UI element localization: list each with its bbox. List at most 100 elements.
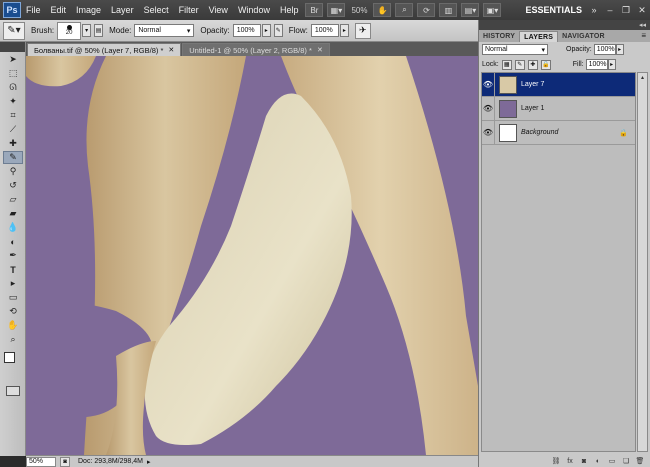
move-tool-icon[interactable]: ➤ [3, 53, 23, 66]
menu-filter[interactable]: Filter [174, 5, 204, 15]
close-icon[interactable]: ✕ [168, 46, 174, 54]
blend-mode-select[interactable]: Normal ▾ [482, 44, 548, 55]
zoom-icon[interactable]: ⌕ [395, 3, 414, 17]
opacity-input[interactable]: 100% [232, 24, 261, 37]
crop-tool-icon[interactable]: ⌗ [3, 109, 23, 122]
clone-stamp-tool-icon[interactable]: ⚲ [3, 165, 23, 178]
rotate-view-icon[interactable]: ⟳ [417, 3, 436, 17]
status-zoom-input[interactable]: 50% [26, 456, 56, 467]
extras-button[interactable]: ▦▾ [327, 3, 346, 17]
gradient-tool-icon[interactable]: ▰ [3, 207, 23, 220]
tools-panel-grip[interactable] [0, 42, 25, 52]
layer-opacity-arrow[interactable]: ▸ [615, 44, 624, 55]
minimize-icon[interactable]: – [603, 3, 617, 17]
status-menu-arrow-icon[interactable]: ▸ [147, 458, 151, 466]
hand-icon[interactable]: ✋ [373, 3, 392, 17]
lock-position-icon[interactable]: ✚ [527, 59, 538, 70]
3d-rotate-tool-icon[interactable]: ⟲ [3, 305, 23, 318]
menu-layer[interactable]: Layer [106, 5, 139, 15]
fill-input[interactable]: 100% [585, 59, 608, 70]
close-icon[interactable]: ✕ [317, 46, 323, 54]
blur-tool-icon[interactable]: 💧 [3, 221, 23, 234]
layer-row[interactable]: 👁 Layer 7 [482, 72, 635, 97]
layer-row[interactable]: 👁 Layer 1 [482, 96, 635, 121]
layer-opacity-input[interactable]: 100% [593, 44, 616, 55]
eyedropper-tool-icon[interactable]: ⟋ [3, 123, 23, 136]
zoom-level[interactable]: 50% [351, 6, 367, 15]
restore-icon[interactable]: ❐ [619, 3, 633, 17]
eye-icon[interactable]: 👁 [482, 96, 495, 121]
document-profile-icon[interactable]: ◙ [60, 456, 70, 467]
screen-mode-icon[interactable]: ▣▾ [483, 3, 502, 17]
pen-tool-icon[interactable]: ✒ [3, 249, 23, 262]
menu-select[interactable]: Select [139, 5, 174, 15]
menu-image[interactable]: Image [71, 5, 106, 15]
layer-style-icon[interactable]: fx [565, 456, 575, 466]
document-tab-active[interactable]: Болваны.tif @ 50% (Layer 7, RGB/8) * ✕ [27, 43, 182, 56]
grid-icon[interactable]: ▥ [439, 3, 458, 17]
opacity-label: Opacity: [200, 26, 230, 35]
eye-icon[interactable]: 👁 [482, 72, 495, 97]
panel-menu-icon[interactable]: ≡ [641, 31, 646, 40]
brush-panel-toggle-icon[interactable]: ▤ [94, 24, 104, 37]
lock-transparency-icon[interactable]: ▦ [501, 59, 512, 70]
tab-navigator[interactable]: NAVIGATOR [558, 31, 609, 42]
menu-view[interactable]: View [204, 5, 233, 15]
lock-all-icon[interactable]: 🔒 [540, 59, 551, 70]
layers-panel-footer: ⛓ fx ◙ ◐ ▭ ❏ 🗑 [479, 455, 650, 467]
photoshop-logo[interactable]: Ps [3, 2, 21, 18]
path-selection-tool-icon[interactable]: ▸ [3, 277, 23, 290]
arrange-documents-icon[interactable]: ▤▾ [461, 3, 480, 17]
eye-icon[interactable]: 👁 [482, 120, 495, 145]
zoom-tool-icon[interactable]: ⌕ [3, 333, 23, 346]
link-layers-icon[interactable]: ⛓ [551, 456, 561, 466]
tab-history[interactable]: HISTORY [479, 31, 519, 42]
delete-layer-icon[interactable]: 🗑 [635, 456, 645, 466]
spot-healing-tool-icon[interactable]: ✚ [3, 137, 23, 150]
layer-thumbnail [499, 99, 517, 118]
adjustment-layer-icon[interactable]: ◐ [593, 456, 603, 466]
workspace-switcher[interactable]: ESSENTIALS [525, 5, 582, 15]
layers-scrollbar[interactable]: ▴ [637, 72, 648, 452]
flow-slider-arrow[interactable]: ▸ [339, 24, 349, 37]
type-tool-icon[interactable]: T [3, 263, 23, 276]
tab-layers[interactable]: LAYERS [519, 31, 559, 42]
document-tab-inactive[interactable]: Untitled-1 @ 50% (Layer 2, RGB/8) * ✕ [182, 43, 330, 56]
brush-dropdown-arrow[interactable]: ▾ [82, 24, 92, 37]
menu-edit[interactable]: Edit [46, 5, 72, 15]
menu-file[interactable]: File [21, 5, 46, 15]
opacity-slider-arrow[interactable]: ▸ [261, 24, 271, 37]
brush-preset-picker[interactable]: 20 [57, 21, 82, 40]
flow-input[interactable]: 100% [310, 24, 339, 37]
panel-collapse-bar[interactable]: ◂◂ [479, 20, 650, 30]
mode-select[interactable]: Normal ▾ [134, 24, 195, 37]
document-canvas[interactable] [26, 56, 478, 455]
add-mask-icon[interactable]: ◙ [579, 456, 589, 466]
scroll-up-icon[interactable]: ▴ [638, 73, 647, 82]
layer-row[interactable]: 👁 Background 🔒 [482, 120, 635, 145]
tablet-opacity-icon[interactable]: ✎ [273, 24, 283, 37]
history-brush-tool-icon[interactable]: ↺ [3, 179, 23, 192]
menu-help[interactable]: Help [275, 5, 304, 15]
eraser-tool-icon[interactable]: ▱ [3, 193, 23, 206]
tool-preset-picker[interactable]: ✎▾ [3, 21, 25, 40]
menu-window[interactable]: Window [233, 5, 275, 15]
quick-mask-icon[interactable] [6, 386, 20, 396]
brush-tool-icon[interactable]: ✎ [3, 151, 23, 164]
foreground-color-swatch[interactable] [4, 352, 15, 363]
new-layer-icon[interactable]: ❏ [621, 456, 631, 466]
workspace-dropdown-icon[interactable]: » [587, 3, 601, 17]
marquee-tool-icon[interactable]: ⬚ [3, 67, 23, 80]
lasso-tool-icon[interactable]: ᘏ [3, 81, 23, 94]
fill-arrow[interactable]: ▸ [607, 59, 616, 70]
quick-selection-tool-icon[interactable]: ✦ [3, 95, 23, 108]
bridge-button[interactable]: Br [305, 3, 324, 17]
close-icon[interactable]: ✕ [635, 3, 649, 17]
hand-tool-icon[interactable]: ✋ [3, 319, 23, 332]
lock-pixels-icon[interactable]: ✎ [514, 59, 525, 70]
dodge-tool-icon[interactable]: ◐ [3, 235, 23, 248]
shape-tool-icon[interactable]: ▭ [3, 291, 23, 304]
document-tab-label: Untitled-1 @ 50% (Layer 2, RGB/8) * [189, 45, 312, 55]
airbrush-icon[interactable]: ✈ [354, 22, 371, 39]
new-group-icon[interactable]: ▭ [607, 456, 617, 466]
